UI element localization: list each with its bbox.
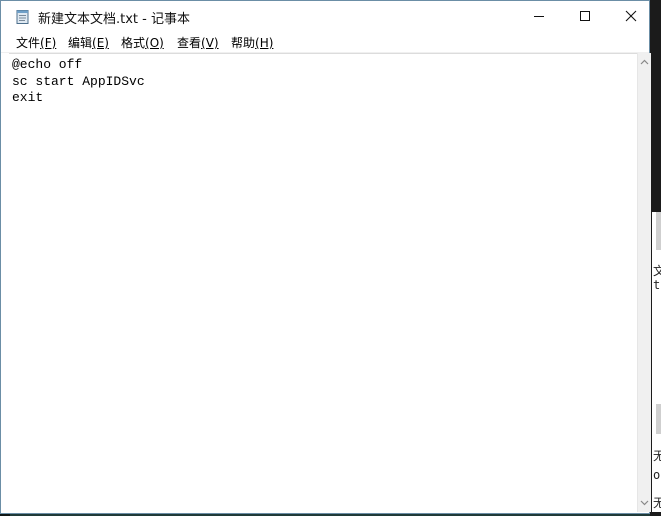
notepad-window: 新建文本文档.txt - 记事本 文件(F) 编辑(E) 格式(O) 查看(V)…: [0, 0, 651, 514]
background-text: 无: [653, 496, 661, 510]
editor-line[interactable]: @echo off: [12, 57, 145, 74]
scroll-down-icon[interactable]: [638, 496, 651, 510]
menu-label: 查看: [177, 36, 202, 50]
menu-label: 帮助: [231, 36, 256, 50]
menu-help[interactable]: 帮助(H): [229, 33, 275, 52]
menu-edit[interactable]: 编辑(E): [66, 33, 111, 52]
background-scrollbar-thumb: [656, 212, 661, 250]
scroll-up-icon[interactable]: [638, 55, 651, 69]
background-text: 无: [653, 449, 661, 463]
menu-label: 格式: [121, 36, 146, 50]
editor-content[interactable]: @echo off sc start AppIDSvc exit: [12, 57, 145, 107]
editor-line[interactable]: exit: [12, 90, 145, 107]
background-text: t: [653, 278, 661, 292]
title-bar[interactable]: 新建文本文档.txt - 记事本: [1, 1, 649, 31]
vertical-scrollbar[interactable]: [637, 53, 651, 512]
text-editor[interactable]: @echo off sc start AppIDSvc exit: [9, 53, 637, 513]
maximize-button[interactable]: [562, 1, 608, 31]
menu-accelerator: (E): [92, 36, 109, 50]
editor-margin: [1, 53, 9, 513]
background-scrollbar-thumb: [656, 404, 661, 434]
minimize-button[interactable]: [516, 1, 562, 31]
menu-label: 文件: [16, 36, 41, 50]
menu-accelerator: (O): [145, 36, 164, 50]
menu-accelerator: (H): [255, 36, 274, 50]
close-icon: [625, 7, 637, 26]
window-title: 新建文本文档.txt - 记事本: [38, 12, 190, 27]
menu-accelerator: (V): [201, 36, 219, 50]
close-button[interactable]: [608, 1, 654, 31]
background-window-content: [652, 212, 661, 512]
menu-label: 编辑: [68, 36, 93, 50]
maximize-icon: [579, 7, 591, 26]
background-text: 文: [653, 264, 661, 278]
menu-bar: 文件(F) 编辑(E) 格式(O) 查看(V) 帮助(H): [1, 31, 649, 53]
background-text: o: [653, 468, 661, 482]
menu-accelerator: (F): [40, 36, 57, 50]
editor-line[interactable]: sc start AppIDSvc: [12, 74, 145, 91]
minimize-icon: [533, 7, 545, 26]
menu-format[interactable]: 格式(O): [119, 33, 166, 52]
menu-file[interactable]: 文件(F): [14, 33, 58, 52]
menu-view[interactable]: 查看(V): [175, 33, 221, 52]
notepad-icon[interactable]: [16, 9, 30, 24]
